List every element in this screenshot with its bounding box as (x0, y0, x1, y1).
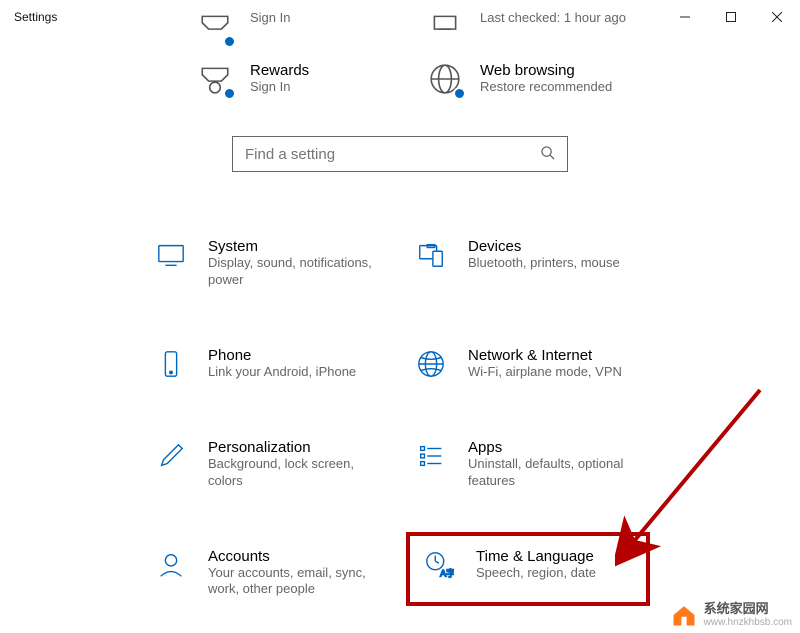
category-title: Devices (468, 238, 620, 255)
category-subtitle: Speech, region, date (476, 565, 596, 582)
personalization-icon (154, 439, 188, 473)
status-subtitle: Last checked: 1 hour ago (480, 10, 626, 27)
category-title: Apps (468, 439, 642, 456)
system-icon (154, 238, 188, 272)
category-subtitle: Background, lock screen, colors (208, 456, 382, 490)
status-title: Rewards (250, 62, 309, 79)
category-title: Network & Internet (468, 347, 622, 364)
watermark-url: www.hnzkhbsb.com (704, 617, 792, 628)
category-subtitle: Your accounts, email, sync, work, other … (208, 565, 382, 599)
time-language-icon: A字 (422, 548, 456, 582)
category-subtitle: Wi-Fi, airplane mode, VPN (468, 364, 622, 381)
category-time-language[interactable]: A字 Time & Language Speech, region, date (408, 534, 648, 605)
category-title: System (208, 238, 382, 255)
category-subtitle: Uninstall, defaults, optional features (468, 456, 642, 490)
settings-grid: System Display, sound, notifications, po… (148, 232, 688, 604)
category-apps[interactable]: Apps Uninstall, defaults, optional featu… (408, 433, 648, 496)
devices-icon (414, 238, 448, 272)
status-card-web[interactable]: Web browsing Restore recommended (428, 62, 628, 96)
category-subtitle: Bluetooth, printers, mouse (468, 255, 620, 272)
apps-icon (414, 439, 448, 473)
svg-text:A字: A字 (440, 567, 454, 578)
maximize-icon (726, 12, 736, 22)
rewards-icon (198, 62, 232, 96)
minimize-icon (680, 12, 690, 22)
status-area: Sign In Last checked: 1 hour ago (198, 10, 648, 96)
window-title: Settings (14, 10, 57, 24)
search-container (0, 136, 800, 172)
category-system[interactable]: System Display, sound, notifications, po… (148, 232, 388, 295)
status-card[interactable]: Sign In (198, 10, 398, 44)
status-subtitle: Sign In (250, 10, 290, 27)
network-icon (414, 347, 448, 381)
update-cutoff-icon (428, 10, 462, 44)
category-accounts[interactable]: Accounts Your accounts, email, sync, wor… (148, 542, 388, 605)
minimize-button[interactable] (662, 1, 708, 33)
window-controls (662, 1, 800, 33)
watermark-logo-icon (670, 601, 698, 629)
accounts-icon (154, 548, 188, 582)
close-button[interactable] (754, 1, 800, 33)
status-subtitle: Sign In (250, 79, 309, 96)
status-title: Web browsing (480, 62, 612, 79)
rewards-cutoff-icon (198, 10, 232, 44)
maximize-button[interactable] (708, 1, 754, 33)
status-card-rewards[interactable]: Rewards Sign In (198, 62, 398, 96)
category-title: Time & Language (476, 548, 596, 565)
category-subtitle: Link your Android, iPhone (208, 364, 356, 381)
close-icon (772, 12, 782, 22)
search-icon (540, 145, 555, 164)
category-devices[interactable]: Devices Bluetooth, printers, mouse (408, 232, 648, 295)
category-title: Accounts (208, 548, 382, 565)
globe-icon (428, 62, 462, 96)
search-input[interactable] (245, 146, 535, 163)
category-subtitle: Display, sound, notifications, power (208, 255, 382, 289)
status-subtitle: Restore recommended (480, 79, 612, 96)
phone-icon (154, 347, 188, 381)
category-phone[interactable]: Phone Link your Android, iPhone (148, 341, 388, 387)
category-title: Phone (208, 347, 356, 364)
category-personalization[interactable]: Personalization Background, lock screen,… (148, 433, 388, 496)
category-title: Personalization (208, 439, 382, 456)
watermark-text: 系统家园网 (704, 602, 792, 616)
status-card[interactable]: Last checked: 1 hour ago (428, 10, 628, 44)
watermark: 系统家园网 www.hnzkhbsb.com (670, 601, 792, 629)
search-box[interactable] (232, 136, 568, 172)
category-network[interactable]: Network & Internet Wi-Fi, airplane mode,… (408, 341, 648, 387)
